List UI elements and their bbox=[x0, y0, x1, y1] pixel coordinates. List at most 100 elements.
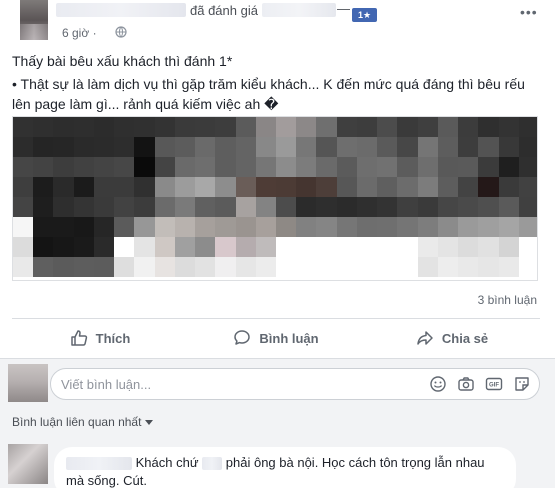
share-button[interactable]: Chia sẻ bbox=[364, 321, 540, 355]
more-horizontal-icon[interactable]: ••• bbox=[520, 4, 538, 20]
mosaic-tile bbox=[498, 117, 519, 137]
share-arrow-icon bbox=[417, 331, 433, 345]
mosaic-tile bbox=[33, 117, 54, 137]
mosaic-tile bbox=[478, 197, 499, 217]
mosaic-tile bbox=[377, 117, 398, 137]
mosaic-tile bbox=[255, 197, 276, 217]
mosaic-tile bbox=[134, 157, 155, 177]
shared-image-blurred[interactable] bbox=[12, 116, 538, 281]
mosaic-tile bbox=[255, 117, 276, 137]
mosaic-tile bbox=[174, 237, 196, 257]
commenter-avatar[interactable] bbox=[8, 444, 48, 484]
mosaic-tile bbox=[255, 137, 276, 157]
mosaic-tile bbox=[114, 217, 135, 237]
mosaic-tile bbox=[397, 137, 418, 157]
mosaic-tile bbox=[53, 117, 74, 137]
mosaic-tile bbox=[498, 217, 519, 237]
sort-label: Bình luận liên quan nhất bbox=[12, 415, 142, 429]
mosaic-tile bbox=[518, 137, 537, 157]
mosaic-tile bbox=[73, 237, 94, 257]
mosaic-tile bbox=[397, 237, 418, 257]
mosaic-tile bbox=[316, 137, 337, 157]
commenter-name-blurred[interactable] bbox=[66, 457, 132, 471]
mosaic-tile bbox=[174, 117, 196, 137]
mosaic-tile bbox=[316, 217, 337, 237]
current-user-avatar[interactable] bbox=[8, 364, 48, 402]
mosaic-tile bbox=[417, 137, 438, 157]
comment-word-blurred bbox=[202, 457, 223, 471]
mosaic-tile bbox=[215, 137, 236, 157]
mosaic-tile bbox=[437, 197, 459, 217]
rating-badge: 1★ bbox=[352, 8, 378, 22]
mosaic-tile bbox=[134, 217, 155, 237]
mosaic-tile bbox=[397, 177, 418, 197]
mosaic-tile bbox=[154, 217, 175, 237]
mosaic-tile bbox=[93, 177, 115, 197]
mosaic-tile bbox=[174, 177, 196, 197]
comment-input[interactable] bbox=[61, 369, 411, 399]
sticker-icon[interactable] bbox=[513, 375, 531, 393]
author-name-blurred[interactable] bbox=[56, 3, 186, 17]
mosaic-tile bbox=[93, 157, 115, 177]
mosaic-tile bbox=[518, 157, 537, 177]
mosaic-tile bbox=[134, 177, 155, 197]
mosaic-tile bbox=[296, 197, 317, 217]
mosaic-tile bbox=[478, 177, 499, 197]
comment-button[interactable]: Bình luận bbox=[188, 321, 364, 355]
comment-sort-dropdown[interactable]: Bình luận liên quan nhất bbox=[12, 415, 154, 429]
mosaic-tile bbox=[316, 237, 337, 257]
mosaic-tile bbox=[215, 237, 236, 257]
mosaic-tile bbox=[478, 257, 499, 277]
mosaic-tile bbox=[458, 177, 479, 197]
mosaic-tile bbox=[215, 117, 236, 137]
mosaic-tile bbox=[154, 177, 175, 197]
comment-label: Bình luận bbox=[259, 330, 319, 346]
mosaic-tile bbox=[478, 217, 499, 237]
svg-text:GIF: GIF bbox=[489, 383, 499, 389]
timestamp-separator: · bbox=[92, 26, 97, 40]
mosaic-tile bbox=[255, 257, 276, 277]
divider bbox=[12, 318, 540, 319]
reviewed-text: đã đánh giá bbox=[190, 3, 258, 18]
mosaic-tile bbox=[458, 157, 479, 177]
mosaic-tile bbox=[417, 257, 438, 277]
mosaic-tile bbox=[215, 257, 236, 277]
mosaic-tile bbox=[336, 117, 357, 137]
mosaic-tile bbox=[93, 117, 115, 137]
mosaic-tile bbox=[255, 157, 276, 177]
like-button[interactable]: Thích bbox=[12, 321, 188, 355]
comment-input-icons: GIF bbox=[429, 375, 531, 393]
mosaic-tile bbox=[13, 217, 34, 237]
mosaic-tile bbox=[478, 237, 499, 257]
comment-text-part-1: Khách chứ bbox=[135, 455, 199, 470]
mosaic-tile bbox=[13, 157, 34, 177]
mosaic-tile bbox=[397, 257, 418, 277]
comments-count[interactable]: 3 bình luận bbox=[478, 293, 537, 307]
post-timestamp[interactable]: 6 giờ · bbox=[62, 26, 97, 40]
mosaic-tile bbox=[377, 177, 398, 197]
mosaic-tile bbox=[195, 157, 216, 177]
page-name-blurred[interactable] bbox=[262, 3, 336, 17]
mosaic-tile bbox=[114, 237, 135, 257]
mosaic-tile bbox=[174, 157, 196, 177]
share-label: Chia sẻ bbox=[441, 330, 489, 346]
post-card: đã đánh giá — 1★ ••• 6 giờ · Thấy bài bê… bbox=[0, 0, 555, 358]
mosaic-tile bbox=[53, 177, 74, 197]
gif-icon[interactable]: GIF bbox=[485, 375, 503, 393]
mosaic-tile bbox=[33, 257, 54, 277]
mosaic-tile bbox=[93, 197, 115, 217]
author-avatar[interactable] bbox=[20, 0, 48, 40]
comment-input-box[interactable]: GIF bbox=[50, 368, 540, 400]
mosaic-tile bbox=[498, 137, 519, 157]
mosaic-tile bbox=[518, 117, 537, 137]
mosaic-tile bbox=[154, 197, 175, 217]
mosaic-tile bbox=[276, 197, 297, 217]
mosaic-tile bbox=[316, 257, 337, 277]
mosaic-tile bbox=[174, 217, 196, 237]
camera-icon[interactable] bbox=[457, 375, 475, 393]
emoji-icon[interactable] bbox=[429, 375, 447, 393]
chevron-down-icon bbox=[145, 420, 154, 426]
mosaic-tile bbox=[13, 117, 34, 137]
mosaic-tile bbox=[235, 137, 256, 157]
mosaic-tile bbox=[276, 137, 297, 157]
